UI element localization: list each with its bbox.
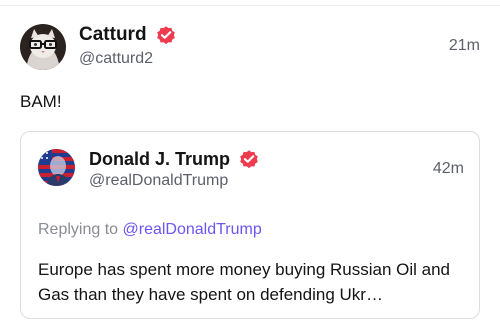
post-text: BAM! [20, 92, 62, 111]
replying-to-prefix: Replying to [38, 221, 119, 238]
replying-to-line: Replying to @realDonaldTrump [38, 221, 262, 239]
cat-avatar-icon [20, 24, 66, 70]
author-name[interactable]: Catturd [79, 24, 147, 46]
verified-badge-icon [156, 26, 175, 45]
quoted-author-avatar[interactable] [38, 149, 75, 186]
flag-portrait-avatar-icon [38, 149, 75, 186]
quoted-post-text: Europe has spent more money buying Russi… [38, 260, 451, 304]
quoted-post-timestamp[interactable]: 42m [433, 160, 464, 178]
post-timestamp[interactable]: 21m [449, 37, 480, 55]
quoted-author-name-row[interactable]: Donald J. Trump [89, 148, 260, 170]
quoted-post-card[interactable]: Donald J. Trump @realDonaldTrump 42m Rep… [20, 131, 480, 319]
post-card: Catturd @catturd2 21m BAM! Donald J. Tru… [0, 0, 500, 336]
author-handle[interactable]: @catturd2 [79, 50, 153, 68]
verified-badge-icon [240, 150, 258, 169]
author-avatar[interactable] [20, 24, 66, 70]
quoted-author-handle[interactable]: @realDonaldTrump [89, 172, 228, 190]
quoted-author-name[interactable]: Donald J. Trump [89, 149, 230, 170]
top-divider [0, 0, 500, 6]
author-name-row[interactable]: Catturd [79, 24, 177, 46]
replying-to-mention[interactable]: @realDonaldTrump [123, 221, 262, 238]
